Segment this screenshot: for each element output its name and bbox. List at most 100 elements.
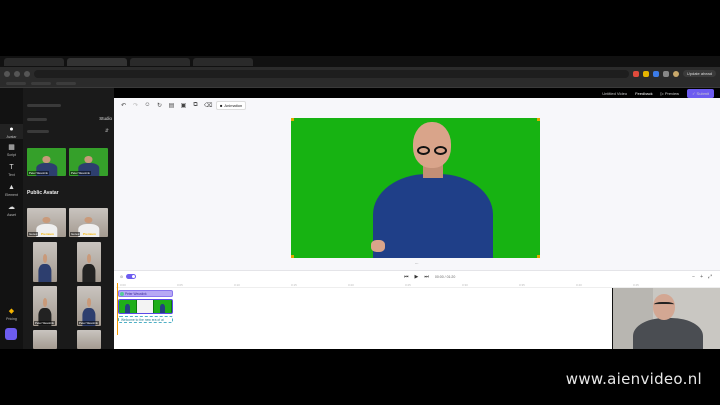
animation-button[interactable]: ■ Animation <box>216 100 247 110</box>
canvas-toolbar: ↶ ↷ ☺ ↻ ▤ ▣ ⧉ ⌫ ■ Animation <box>120 100 247 110</box>
public-avatar-card[interactable]: Genes Premium <box>69 208 108 237</box>
clip-frame <box>119 300 137 313</box>
settings-icon[interactable]: ⚙ <box>120 275 123 279</box>
resize-handle[interactable] <box>537 255 540 258</box>
tool-rail: ● Avatar ▦ Script T Text ▲ Element ☁ Ass… <box>0 88 23 349</box>
panel-tab-blurred[interactable] <box>27 118 47 121</box>
public-avatar-card[interactable]: Genes Premium <box>27 208 66 237</box>
fullscreen-icon[interactable]: ⤢ <box>708 274 712 280</box>
forward-icon[interactable] <box>14 70 20 77</box>
crop-icon[interactable]: ▣ <box>180 102 187 109</box>
ruler-tick-label: 0:25 <box>405 283 411 287</box>
video-canvas[interactable] <box>291 118 540 258</box>
bookmark[interactable] <box>6 82 26 85</box>
zoom-out-icon[interactable]: − <box>692 274 695 280</box>
clip-frame <box>136 300 155 313</box>
public-avatar-title: Public Avatar <box>27 190 59 196</box>
forward-icon[interactable]: ⏭ <box>424 274 429 280</box>
timeline-controls: ⚙ ⏮ ▶ ⏭ 00:00 / 01:20 − + ⤢ <box>114 271 720 282</box>
film-icon: ■ <box>220 102 223 108</box>
public-avatar-card[interactable] <box>33 242 57 282</box>
back-icon[interactable] <box>4 70 10 77</box>
public-avatar-card[interactable] <box>77 242 101 282</box>
my-avatar-card[interactable]: Peter Weustink <box>27 148 66 176</box>
extension-icon[interactable] <box>632 70 639 77</box>
duplicate-icon[interactable]: ⧉ <box>192 102 199 109</box>
play-icon[interactable]: ▶ <box>415 274 419 280</box>
submit-button[interactable]: ✓ Submit <box>687 88 714 98</box>
rail-item-asset[interactable]: ☁ Asset <box>0 204 23 217</box>
text-icon: T <box>9 164 14 171</box>
avatar-track-label[interactable]: Peter Weustink <box>118 290 173 297</box>
undo-icon[interactable]: ↶ <box>120 102 127 109</box>
feedback-button[interactable]: Feedback <box>635 91 653 96</box>
preview-button[interactable]: ▷ Preview <box>661 91 679 96</box>
avatar-tool-icon[interactable]: ☺ <box>144 102 151 108</box>
canvas-workspace: ↶ ↷ ☺ ↻ ▤ ▣ ⧉ ⌫ ■ Animation ⋯ <box>114 98 720 268</box>
extension-icon[interactable] <box>652 70 659 77</box>
diamond-icon: ◆ <box>8 308 15 315</box>
watermark: www.aienvideo.nl <box>565 370 702 388</box>
zoom-in-icon[interactable]: + <box>700 274 703 280</box>
address-bar-row: Update ahead <box>0 67 720 80</box>
studio-tab[interactable]: Studio <box>99 116 112 121</box>
cloud-icon: ☁ <box>8 204 15 211</box>
sort-icon[interactable]: ⇵ <box>105 128 109 134</box>
ruler-tick-label: 0:10 <box>234 283 240 287</box>
ruler-tick-label: 0:40 <box>576 283 582 287</box>
bookmarks-bar <box>0 80 720 88</box>
rail-item-text[interactable]: T Text <box>0 164 23 177</box>
ruler-tick-label: 0:00 <box>120 283 126 287</box>
update-button[interactable]: Update ahead <box>682 70 716 77</box>
app-header: Untitled Video Feedback ▷ Preview ✓ Subm… <box>114 88 720 98</box>
trash-icon[interactable]: ⌫ <box>204 102 212 109</box>
timeline-toggle[interactable] <box>126 274 137 279</box>
text-track-clip[interactable]: Welcome to the new era of ai <box>118 316 173 323</box>
address-bar[interactable] <box>34 69 629 78</box>
browser-tab[interactable] <box>130 57 190 66</box>
rewind-icon[interactable]: ⏮ <box>404 274 409 280</box>
bookmark[interactable] <box>31 82 51 85</box>
clip-frame <box>154 300 172 313</box>
ruler-tick-label: 0:15 <box>291 283 297 287</box>
bookmark[interactable] <box>56 82 76 85</box>
rail-item-script[interactable]: ▦ Script <box>0 144 23 157</box>
rail-item-pricing[interactable]: ◆ Pricing <box>0 308 23 321</box>
avatar-figure <box>82 254 96 282</box>
ruler-tick-label: 0:35 <box>519 283 525 287</box>
browser-tab[interactable] <box>193 57 253 66</box>
browser-tab[interactable] <box>4 57 64 66</box>
extension-icon[interactable] <box>642 70 649 77</box>
video-track-clip[interactable] <box>118 299 173 314</box>
public-avatar-card[interactable]: Peter Weustink <box>77 286 101 326</box>
ruler-tick-label: 0:45 <box>633 283 639 287</box>
my-avatar-card[interactable]: Peter Weustink <box>69 148 108 176</box>
presenter-avatar[interactable] <box>371 122 493 258</box>
profile-avatar[interactable] <box>672 70 679 77</box>
user-avatar[interactable] <box>5 328 17 340</box>
rail-item-element[interactable]: ▲ Element <box>0 184 23 197</box>
extension-icon[interactable] <box>662 70 669 77</box>
public-avatar-card[interactable] <box>33 330 57 349</box>
replace-icon[interactable]: ↻ <box>156 102 163 109</box>
reload-icon[interactable] <box>24 70 30 77</box>
panel-subheading-blurred <box>27 130 49 133</box>
person-icon: ● <box>9 126 14 133</box>
resize-handle[interactable] <box>537 118 540 121</box>
canvas-grip-icon[interactable]: ⋯ <box>415 262 419 266</box>
rail-item-avatar[interactable]: ● Avatar <box>0 124 23 139</box>
layers-icon[interactable]: ▤ <box>168 102 175 109</box>
public-avatar-card[interactable] <box>77 330 101 349</box>
ruler-tick-label: 0:30 <box>462 283 468 287</box>
avatar-figure <box>38 254 52 282</box>
ruler-tick-label: 0:20 <box>348 283 354 287</box>
ruler-tick-label: 0:05 <box>177 283 183 287</box>
doc-icon: ▦ <box>8 144 15 151</box>
resize-handle[interactable] <box>291 118 294 121</box>
public-avatar-card[interactable]: Peter Weustink <box>33 286 57 326</box>
resize-handle[interactable] <box>291 255 294 258</box>
untitled-video-title[interactable]: Untitled Video <box>602 91 627 96</box>
browser-tab-bar <box>0 56 720 67</box>
browser-tab-active[interactable] <box>67 57 127 66</box>
redo-icon[interactable]: ↷ <box>132 102 139 109</box>
